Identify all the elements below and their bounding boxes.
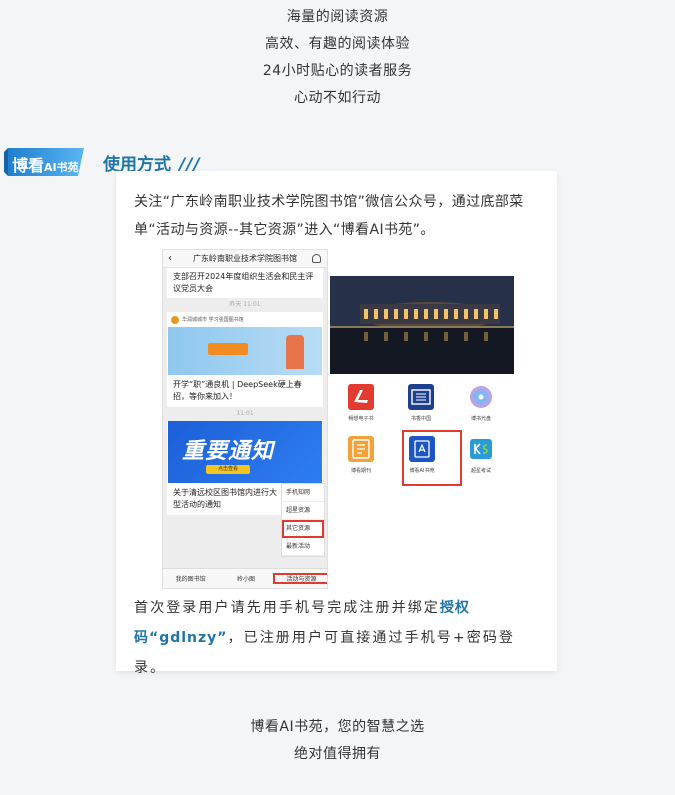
phone-article: 华润城城市 学习强国图书馆 开学“职”通良机 | DeepSeek硬上春招，等你…	[167, 312, 323, 407]
shuxiang-china-icon	[408, 384, 434, 410]
account-logo-icon	[171, 315, 179, 324]
chaoxing-exam-icon	[468, 436, 494, 462]
app-label: 超星考试	[470, 468, 491, 474]
user-icon	[312, 254, 321, 263]
phone-title: 广东岭南职业技术学院图书馆	[193, 254, 297, 263]
app-item[interactable]: 畅想电子书	[334, 384, 388, 422]
bottom-menu-item-activities: 活动与资源	[272, 573, 327, 584]
app-item[interactable]: 书香中国	[394, 384, 448, 422]
phone-time: 11:01	[236, 410, 254, 417]
article-head: 华润城城市 学习强国图书馆	[182, 317, 244, 323]
disc-icon	[468, 384, 494, 410]
usage-card: 关注“广东岭南职业技术学院图书馆”微信公众号，通过底部菜单“活动与资源--其它资…	[116, 171, 557, 676]
bottom-menu-item: 我的图书馆	[175, 576, 206, 583]
library-building-image	[330, 276, 514, 374]
article-title: 开学“职”通良机 | DeepSeek硬上春招，等你来加入！	[173, 380, 302, 401]
app-label: 书香中国	[410, 416, 431, 422]
badge-sub: AI书苑	[44, 161, 79, 174]
menu-item: 手机知网	[282, 484, 324, 502]
bottom-menu-item: 岭小图	[236, 576, 255, 583]
app-label: 畅想电子书	[348, 416, 374, 422]
menu-item: 超星资源	[282, 502, 324, 520]
card-outro-text: 首次登录用户请先用手机号完成注册并绑定授权码“gdlnzy”，已注册用户可直接通…	[134, 593, 544, 683]
menu-item: 最新活动	[282, 538, 324, 556]
card-intro-text: 关注“广东岭南职业技术学院图书馆”微信公众号，通过底部菜单“活动与资源--其它资…	[134, 194, 524, 238]
closing-line: 绝对值得拥有	[294, 746, 381, 762]
phone-popup-menu: 手机知网 超星资源 其它资源 最新活动	[281, 483, 325, 557]
back-icon: ‹	[168, 253, 172, 264]
article-banner	[168, 327, 322, 375]
outro-prefix: 首次登录用户请先用手机号完成注册并绑定	[134, 600, 440, 616]
bokan-journal-icon	[348, 436, 374, 462]
badge-main: 博看	[12, 156, 45, 175]
app-item[interactable]: 博看期刊	[334, 436, 388, 474]
intro-line: 心动不如行动	[294, 90, 381, 106]
intro-line: 24小时贴心的读者服务	[262, 63, 413, 79]
notice-banner-button: 点击查看	[206, 465, 250, 474]
library-photo	[330, 276, 514, 374]
menu-item-other-resources: 其它资源	[282, 520, 324, 538]
intro-line: 海量的阅读资源	[286, 9, 389, 25]
changxiang-ebook-icon	[348, 384, 374, 410]
intro-text: 海量的阅读资源 高效、有趣的阅读体验 24小时贴心的读者服务 心动不如行动	[0, 4, 675, 112]
phone-time: 昨天 11:01	[229, 301, 261, 308]
app-label: 博书光盘	[470, 416, 491, 422]
phone-title-bar: ‹ 广东岭南职业技术学院图书馆	[163, 250, 327, 268]
closing-text: 博看AI书苑，您的智慧之选 绝对值得拥有	[0, 714, 675, 768]
app-item[interactable]: 超星考试	[454, 436, 508, 474]
resource-app-grid: 畅想电子书 书香中国 博书光盘 博看期刊 博看AI书苑 超星考试	[330, 376, 514, 486]
phone-bottom-menu: 我的图书馆 岭小图 活动与资源	[163, 568, 327, 588]
notice-banner-text: 重要通知	[182, 439, 275, 464]
closing-line: 博看AI书苑，您的智慧之选	[250, 719, 425, 735]
app-label: 博看期刊	[350, 468, 371, 474]
bokan-ai-badge: 博看AI书苑	[4, 146, 86, 178]
selection-highlight-box	[402, 430, 462, 486]
intro-line: 高效、有趣的阅读体验	[265, 36, 410, 52]
app-item[interactable]: 博书光盘	[454, 384, 508, 422]
wechat-phone-screenshot: ‹ 广东岭南职业技术学院图书馆 支部召开2024年度组织生活会和民主评议党员大会…	[162, 249, 328, 589]
phone-message: 支部召开2024年度组织生活会和民主评议党员大会	[167, 268, 323, 298]
notice-banner: 重要通知 点击查看	[168, 421, 322, 483]
